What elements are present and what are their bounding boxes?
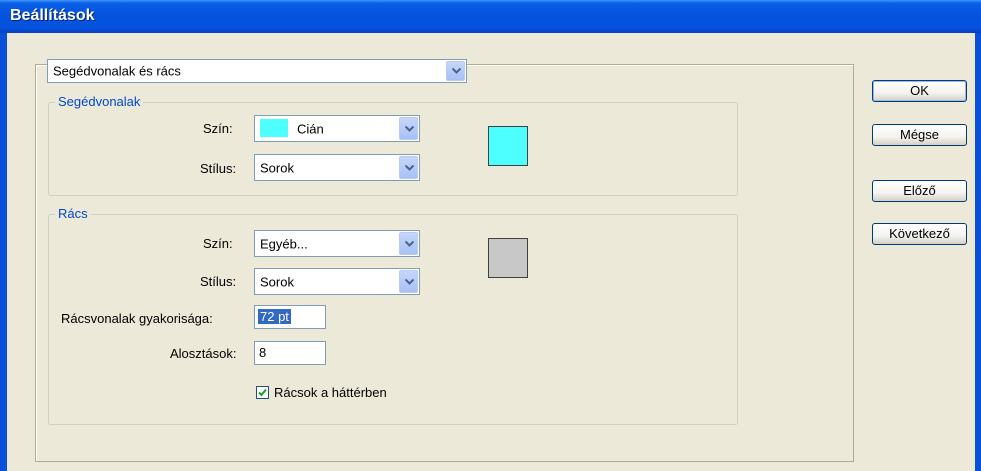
grid-frequency-label: Rácsvonalak gyakorisága: [61, 311, 213, 326]
cancel-button[interactable]: Mégse [872, 124, 967, 146]
section-select[interactable]: Segédvonalak és rács [47, 59, 467, 83]
guides-color-label: Szín: [203, 121, 233, 136]
grids-in-back-label[interactable]: Rácsok a háttérben [274, 385, 387, 400]
checkmark-icon [258, 388, 267, 397]
preferences-dialog: Beállítások Segédvonalak és rács Segédvo… [0, 0, 981, 471]
guides-style-label: Stílus: [200, 161, 237, 176]
chevron-down-icon[interactable] [399, 270, 418, 293]
window-left-border [0, 33, 7, 471]
grid-style-label: Stílus: [200, 274, 237, 289]
guides-color-value: Cián [297, 121, 324, 136]
ok-button[interactable]: OK [872, 80, 967, 102]
grid-color-select[interactable]: Egyéb... [254, 230, 420, 257]
chevron-down-icon[interactable] [399, 117, 418, 140]
chevron-down-icon[interactable] [446, 61, 465, 81]
chevron-down-icon[interactable] [399, 156, 418, 179]
grid-frequency-input[interactable]: 72 pt [254, 305, 326, 329]
grid-color-value: Egyéb... [260, 236, 308, 251]
guides-style-select[interactable]: Sorok [254, 154, 420, 181]
guides-color-swatch [488, 126, 528, 166]
grids-in-back-checkbox[interactable] [256, 386, 269, 399]
guides-color-select[interactable]: Cián [254, 115, 420, 142]
grid-style-select[interactable]: Sorok [254, 268, 420, 295]
next-button[interactable]: Következő [872, 223, 967, 245]
grid-color-label: Szín: [203, 236, 233, 251]
grid-style-value: Sorok [260, 274, 294, 289]
guides-style-value: Sorok [260, 160, 294, 175]
window-title: Beállítások [10, 7, 95, 24]
title-bar[interactable]: Beállítások [0, 0, 981, 33]
subdivisions-value: 8 [259, 345, 267, 360]
guides-color-chip [260, 119, 288, 137]
section-select-value: Segédvonalak és rács [53, 63, 181, 79]
grid-color-swatch [488, 238, 528, 278]
subdivisions-label: Alosztások: [170, 346, 237, 361]
grid-group-legend: Rács [55, 206, 91, 221]
previous-button[interactable]: Előző [872, 180, 967, 202]
guides-group-legend: Segédvonalak [55, 94, 144, 109]
chevron-down-icon[interactable] [399, 232, 418, 255]
grid-frequency-value: 72 pt [258, 309, 291, 324]
subdivisions-input[interactable]: 8 [254, 341, 326, 365]
window-right-border [975, 33, 981, 471]
